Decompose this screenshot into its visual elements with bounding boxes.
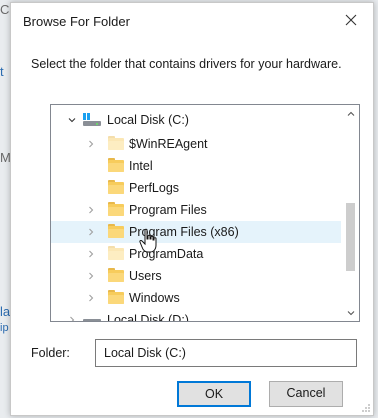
tree-item-local-disk-d[interactable]: Local Disk (D:) <box>51 309 341 322</box>
chevron-right-icon[interactable] <box>86 270 96 282</box>
folder-icon <box>108 290 124 304</box>
folder-path-input[interactable] <box>95 339 357 367</box>
title-bar[interactable]: Browse For Folder <box>11 3 373 37</box>
folder-icon <box>108 180 124 194</box>
background-text-fragment: t <box>0 64 4 79</box>
cancel-button[interactable]: Cancel <box>269 381 343 407</box>
chevron-right-icon[interactable] <box>67 314 77 321</box>
dialog-title: Browse For Folder <box>23 14 130 29</box>
chevron-right-icon[interactable] <box>86 226 96 238</box>
tree-item-winreagent[interactable]: $WinREAgent <box>51 133 341 155</box>
tree-item-label: Windows <box>129 291 180 305</box>
tree-item-windows[interactable]: Windows <box>51 287 341 309</box>
chevron-down-icon[interactable] <box>67 114 77 126</box>
chevron-right-icon[interactable] <box>86 248 96 260</box>
browse-for-folder-dialog: Browse For Folder Select the folder that… <box>10 2 374 416</box>
scroll-up-button[interactable] <box>342 105 359 122</box>
close-icon <box>345 14 357 26</box>
tree-item-label: PerfLogs <box>129 181 180 195</box>
resize-grip-icon[interactable] <box>361 403 371 413</box>
tree-item-label: Users <box>129 269 162 283</box>
tree-item-programdata[interactable]: ProgramData <box>51 243 341 265</box>
scrollbar-thumb[interactable] <box>346 203 355 271</box>
folder-icon <box>108 246 124 260</box>
tree-item-label: Intel <box>129 159 153 173</box>
tree-item-label: Program Files <box>129 203 207 217</box>
scroll-down-button[interactable] <box>342 304 359 321</box>
tree-item-perflogs[interactable]: PerfLogs <box>51 177 341 199</box>
tree-item-users[interactable]: Users <box>51 265 341 287</box>
folder-icon <box>108 268 124 282</box>
drive-icon <box>83 313 101 321</box>
chevron-right-icon[interactable] <box>86 204 96 216</box>
close-button[interactable] <box>329 3 373 37</box>
chevron-right-icon[interactable] <box>86 138 96 150</box>
vertical-scrollbar[interactable] <box>342 105 359 321</box>
tree-item-program-files[interactable]: Program Files <box>51 199 341 221</box>
folder-tree[interactable]: Local Disk (C:) $WinREAgent Intel PerfLo… <box>50 104 360 322</box>
drive-icon <box>83 113 101 127</box>
tree-item-label: $WinREAgent <box>129 137 208 151</box>
chevron-right-icon[interactable] <box>86 292 96 304</box>
ok-button[interactable]: OK <box>177 381 251 407</box>
chevron-down-icon <box>347 310 354 315</box>
hand-cursor-icon <box>139 228 157 253</box>
chevron-up-icon <box>347 111 354 116</box>
background-text-fragment: la <box>0 304 11 319</box>
instruction-text: Select the folder that contains drivers … <box>31 57 342 71</box>
folder-icon <box>108 224 124 238</box>
folder-icon <box>108 202 124 216</box>
folder-field-label: Folder: <box>31 346 70 360</box>
tree-item-local-disk-c[interactable]: Local Disk (C:) <box>51 109 341 131</box>
tree-item-label: Local Disk (D:) <box>107 313 189 322</box>
folder-icon <box>108 158 124 172</box>
folder-icon <box>108 136 124 150</box>
tree-item-intel[interactable]: Intel <box>51 155 341 177</box>
tree-item-label: Local Disk (C:) <box>107 113 189 127</box>
tree-item-program-files-x86[interactable]: Program Files (x86) <box>51 221 341 243</box>
background-text-fragment: ip <box>0 322 9 334</box>
